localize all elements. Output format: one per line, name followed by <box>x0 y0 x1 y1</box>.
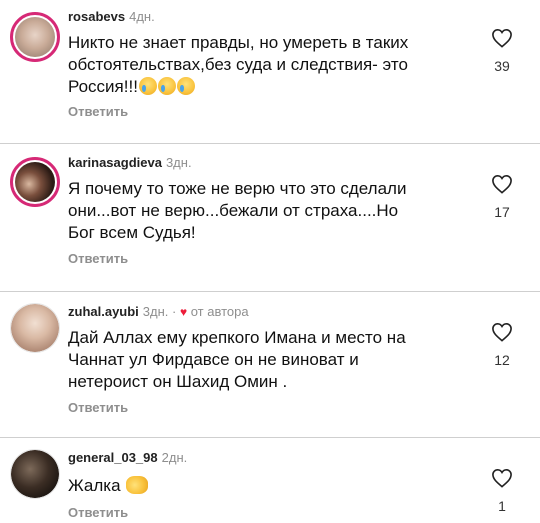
reply-button[interactable]: Ответить <box>68 104 128 119</box>
timestamp: 3дн. <box>165 155 192 170</box>
comment-item: zuhal.ayubi 3дн. · ♥ от автора Дай Аллах … <box>0 293 540 438</box>
comment-item: rosabevs 4дн. Никто не знает правды, но у… <box>0 0 540 145</box>
divider <box>0 291 540 292</box>
like-count: 17 <box>494 204 510 220</box>
heart-outline-icon[interactable] <box>491 28 513 48</box>
reply-button[interactable]: Ответить <box>68 400 128 415</box>
username[interactable]: zuhal.ayubi <box>68 304 139 319</box>
heart-outline-icon[interactable] <box>491 468 513 488</box>
avatar[interactable] <box>10 449 60 499</box>
author-like-label: от автора <box>190 304 249 319</box>
like-count: 1 <box>498 498 506 514</box>
comment-meta: zuhal.ayubi 3дн. · ♥ от автора <box>68 304 249 319</box>
divider <box>0 437 540 438</box>
like-control[interactable]: 1 <box>488 468 516 514</box>
reply-button[interactable]: Ответить <box>68 505 128 520</box>
avatar[interactable] <box>10 157 60 207</box>
comment-text: Дай Аллах ему крепкого Имана и место на … <box>68 328 406 391</box>
open-hands-emoji <box>126 476 149 494</box>
heart-filled-icon: ♥ <box>179 305 188 319</box>
like-control[interactable]: 39 <box>488 28 516 74</box>
heart-outline-icon[interactable] <box>491 174 513 194</box>
username[interactable]: karinasagdieva <box>68 155 162 170</box>
avatar[interactable] <box>10 12 60 62</box>
timestamp: 3дн. <box>142 304 169 319</box>
heart-outline-icon[interactable] <box>491 322 513 342</box>
comment-meta: general_03_98 2дн. <box>68 450 187 465</box>
avatar[interactable] <box>10 303 60 353</box>
comment-item: general_03_98 2дн. Жалка Ответить 1 <box>0 439 540 523</box>
crying-face-emoji <box>138 77 157 95</box>
comment-text: Я почему то тоже не верю что это сделали… <box>68 179 407 242</box>
comment-item: karinasagdieva 3дн. Я почему то тоже не в… <box>0 145 540 293</box>
reply-button[interactable]: Ответить <box>68 251 128 266</box>
crying-face-emoji <box>157 77 176 95</box>
crying-face-emoji <box>176 77 195 95</box>
like-control[interactable]: 17 <box>488 174 516 220</box>
comment-text: Никто не знает правды, но умереть в таки… <box>68 33 409 96</box>
timestamp: 4дн. <box>129 9 155 24</box>
comment-meta: rosabevs 4дн. <box>68 9 155 24</box>
username[interactable]: general_03_98 <box>68 450 158 465</box>
username[interactable]: rosabevs <box>68 9 125 24</box>
comment-text: Жалка <box>68 475 448 497</box>
like-control[interactable]: 12 <box>488 322 516 368</box>
like-count: 39 <box>494 58 510 74</box>
like-count: 12 <box>494 352 510 368</box>
timestamp: 2дн. <box>161 450 188 465</box>
comment-meta: karinasagdieva 3дн. <box>68 155 192 170</box>
divider <box>0 143 540 144</box>
